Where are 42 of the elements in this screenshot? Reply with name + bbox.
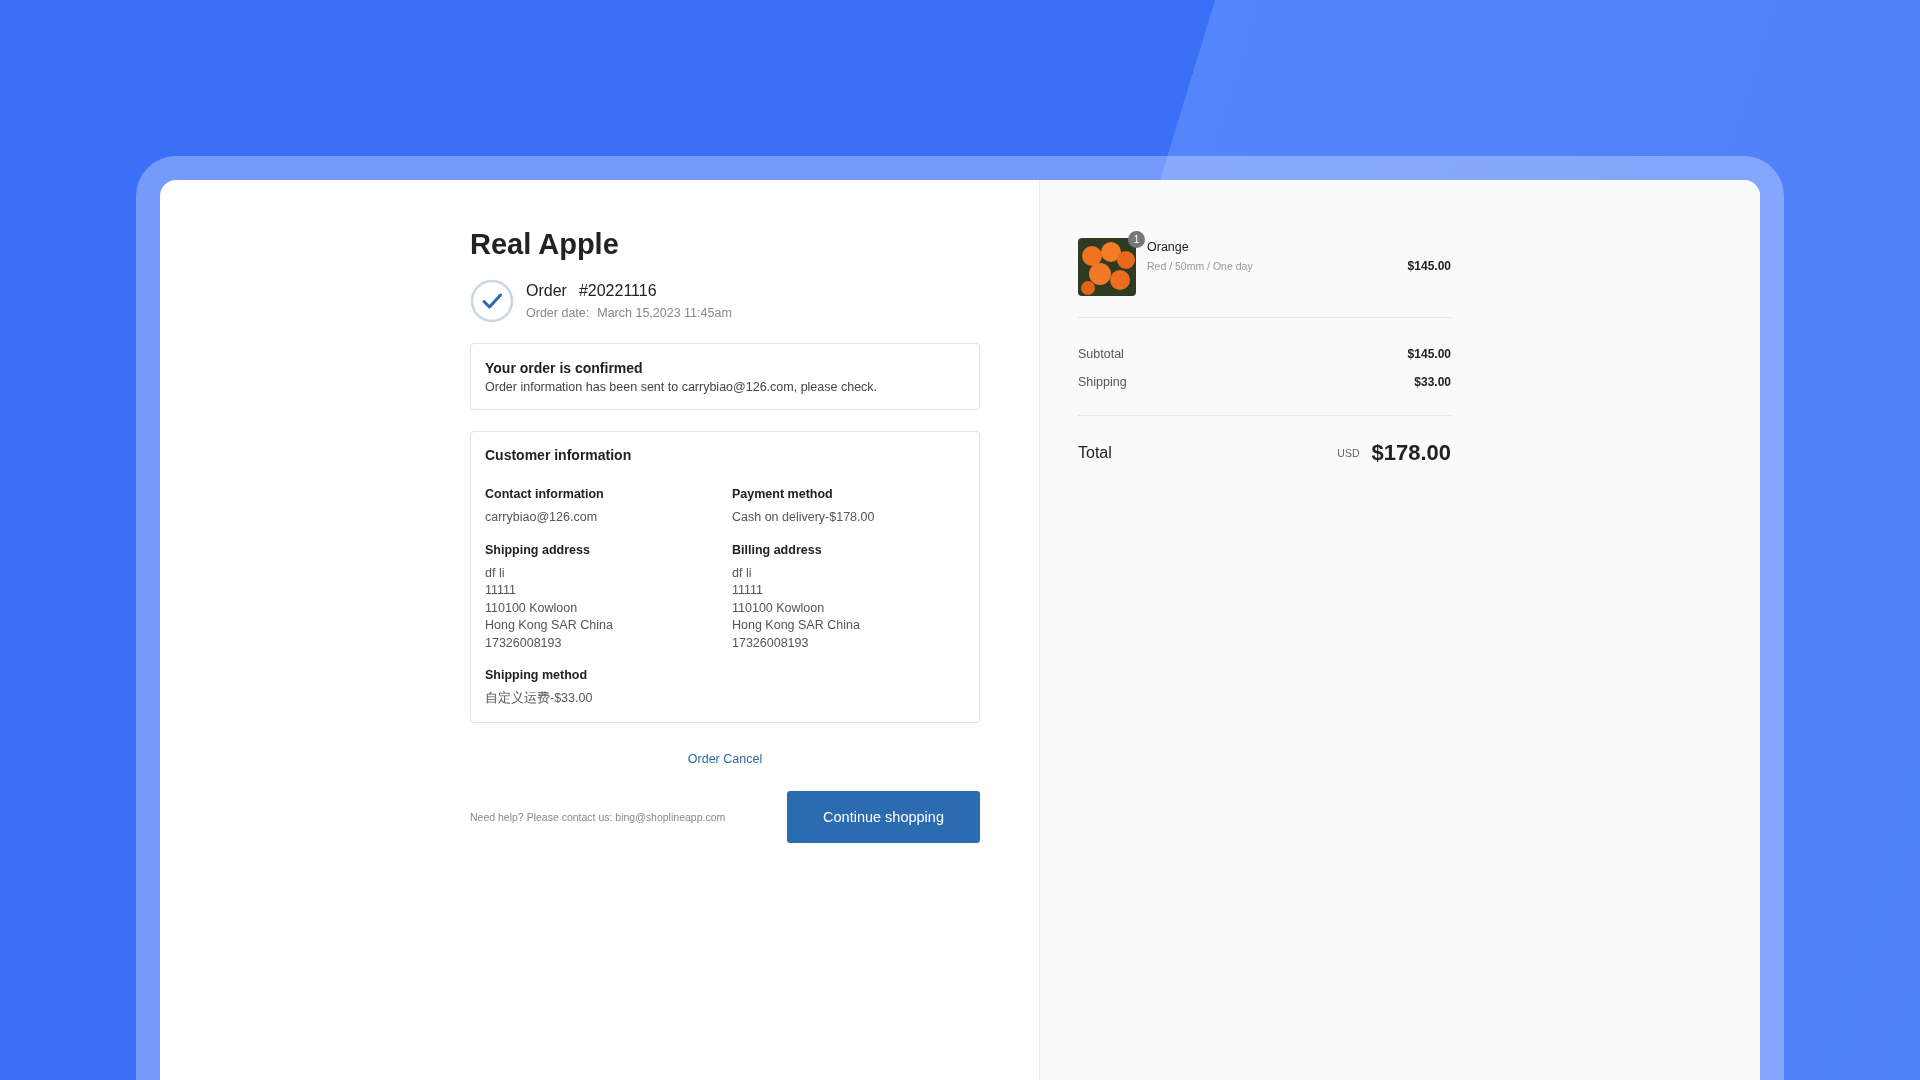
summary-value: $33.00 — [1414, 374, 1451, 391]
confirmation-title: Your order is confirmed — [485, 360, 644, 376]
section-heading: Billing address — [732, 542, 823, 557]
info-line: Hong Kong SAR China — [485, 617, 614, 634]
section-heading: Contact information — [485, 487, 605, 501]
section-heading: Shipping method — [485, 668, 589, 682]
info-line: Cash on delivery-$178.00 — [732, 509, 876, 526]
info-line: Hong Kong SAR China — [732, 617, 861, 634]
order-number: #20221116 — [578, 282, 657, 300]
summary-value: $145.00 — [1407, 346, 1451, 363]
product-price: $145.00 — [1407, 258, 1451, 273]
total-label: Total — [1078, 444, 1112, 462]
info-line: carrybiao@126.com — [485, 509, 599, 526]
info-line: 17326008193 — [732, 634, 810, 652]
info-line: 11111 — [485, 582, 518, 599]
check-circle-icon — [470, 279, 514, 323]
order-date: March 15,2023 11:45am — [597, 306, 732, 320]
info-line: 110100 Kowloon — [485, 599, 579, 617]
info-line: 110100 Kowloon — [732, 599, 826, 617]
section-heading: Shipping address — [485, 542, 591, 557]
order-cancel-link[interactable]: Order Cancel — [687, 751, 763, 766]
customer-info-title: Customer information — [485, 447, 633, 463]
info-line: 自定义运费-$33.00 — [485, 690, 594, 707]
product-variant: Red / 50mm / One day — [1147, 260, 1254, 272]
info-line: df li — [485, 564, 506, 582]
order-date-label: Order date: — [526, 306, 590, 320]
product-name: Orange — [1147, 240, 1190, 254]
store-name: Real Apple — [470, 228, 620, 261]
continue-shopping-button[interactable]: Continue shopping — [787, 790, 980, 843]
total-value: $178.00 — [1371, 440, 1451, 466]
quantity-badge: 1 — [1128, 231, 1145, 248]
currency-code: USD — [1337, 447, 1360, 459]
section-heading: Payment method — [732, 487, 834, 501]
info-line: 11111 — [732, 582, 765, 599]
oranges-photo-placeholder — [1078, 238, 1136, 296]
confirmation-message: Order information has been sent to carrybiao@126.com, please check. — [485, 380, 879, 394]
summary-label: Subtotal — [1078, 346, 1124, 363]
info-line: df li — [732, 564, 753, 582]
order-label: Order — [526, 282, 567, 300]
help-text: Need help? Please contact us: bing@shoplineapp.com — [470, 810, 726, 823]
summary-label: Shipping — [1078, 374, 1127, 391]
info-line: 17326008193 — [485, 634, 563, 652]
